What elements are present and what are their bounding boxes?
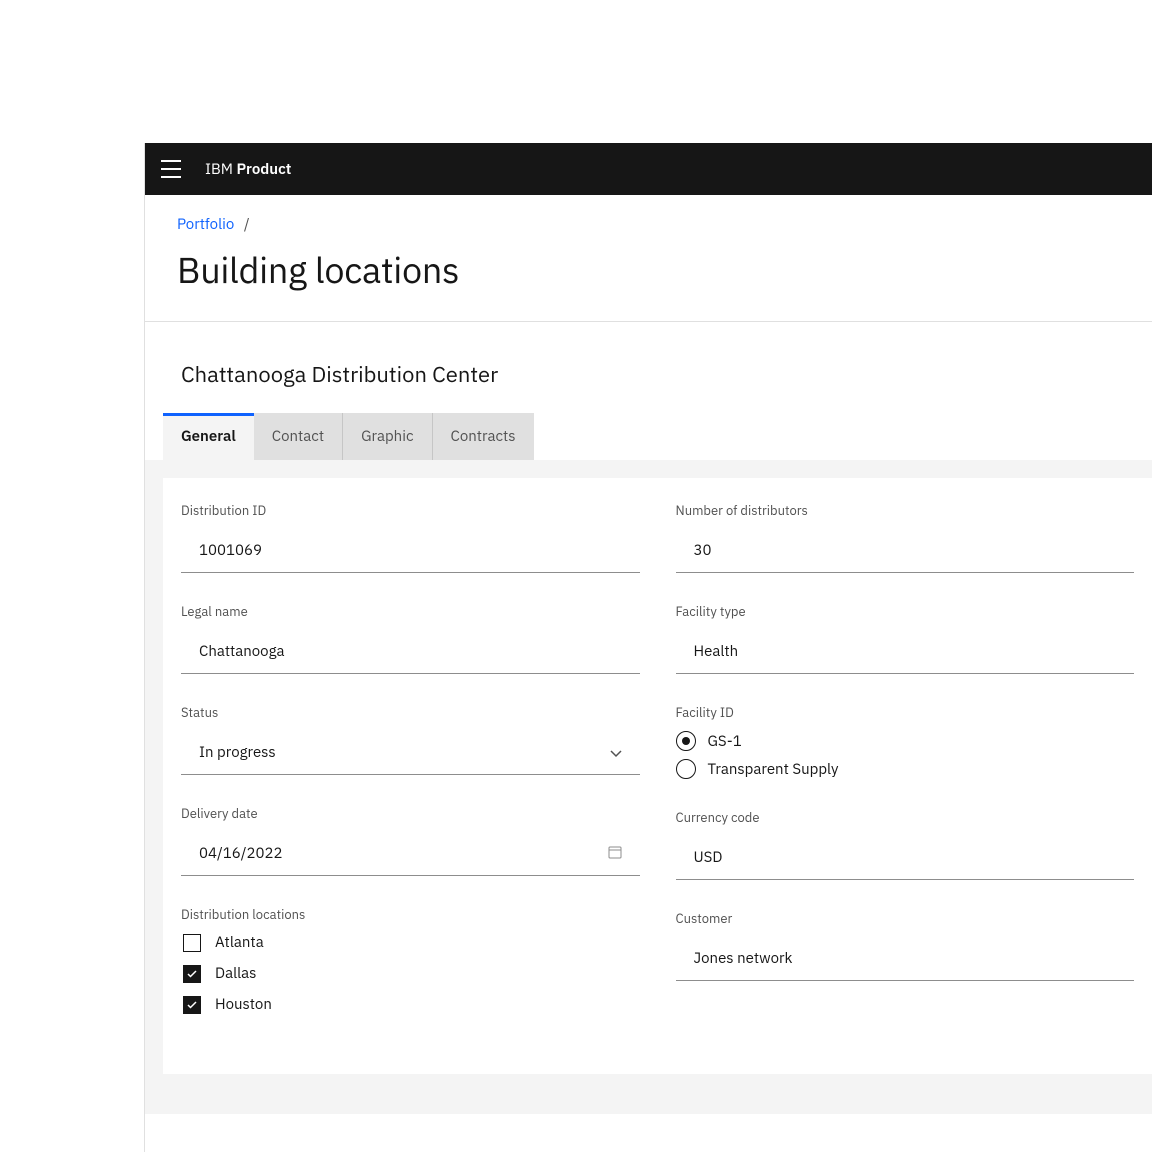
num-distributors-input[interactable] xyxy=(676,529,1135,573)
num-distributors-label: Number of distributors xyxy=(676,502,1135,519)
delivery-date-input[interactable] xyxy=(181,832,640,876)
customer-label: Customer xyxy=(676,910,1135,927)
page-title: Building locations xyxy=(177,246,1120,293)
checkbox-label: Dallas xyxy=(215,964,256,983)
tab-panel: Distribution ID Legal name Status xyxy=(145,460,1152,1114)
distribution-locations-group: Atlanta Dallas xyxy=(181,933,640,1014)
page-header: Portfolio / Building locations xyxy=(145,195,1152,322)
distribution-locations-label: Distribution locations xyxy=(181,906,640,923)
facility-type-label: Facility type xyxy=(676,603,1135,620)
facility-type-input[interactable] xyxy=(676,630,1135,674)
status-label: Status xyxy=(181,704,640,721)
field-facility-type: Facility type xyxy=(676,603,1135,674)
distribution-id-input[interactable] xyxy=(181,529,640,573)
field-delivery-date: Delivery date xyxy=(181,805,640,876)
menu-icon[interactable] xyxy=(161,160,181,178)
field-status: Status xyxy=(181,704,640,775)
breadcrumb: Portfolio / xyxy=(177,215,1120,234)
tab-graphic[interactable]: Graphic xyxy=(343,413,432,460)
field-facility-id: Facility ID GS-1 Transparent Supply xyxy=(676,704,1135,779)
facility-id-group: GS-1 Transparent Supply xyxy=(676,731,1135,779)
checkbox-houston[interactable]: Houston xyxy=(183,995,640,1014)
brand-prefix: IBM xyxy=(205,160,233,179)
brand: IBM Product xyxy=(205,160,291,179)
tabs: General Contact Graphic Contracts xyxy=(145,413,1152,460)
distribution-id-label: Distribution ID xyxy=(181,502,640,519)
radio-icon xyxy=(676,759,696,779)
form-col-right: Number of distributors Facility type Fac… xyxy=(676,502,1135,1044)
checkbox-label: Houston xyxy=(215,995,272,1014)
breadcrumb-link-portfolio[interactable]: Portfolio xyxy=(177,215,234,234)
legal-name-input[interactable] xyxy=(181,630,640,674)
checkbox-label: Atlanta xyxy=(215,933,264,952)
field-currency-code: Currency code xyxy=(676,809,1135,880)
content: Chattanooga Distribution Center General … xyxy=(145,322,1152,1114)
radio-icon xyxy=(676,731,696,751)
checkbox-icon xyxy=(183,996,201,1014)
field-legal-name: Legal name xyxy=(181,603,640,674)
status-select[interactable] xyxy=(181,731,640,775)
field-distribution-locations: Distribution locations Atlanta xyxy=(181,906,640,1014)
tab-contracts[interactable]: Contracts xyxy=(433,413,534,460)
tab-general[interactable]: General xyxy=(163,413,254,460)
form-area: Distribution ID Legal name Status xyxy=(163,478,1152,1074)
checkbox-dallas[interactable]: Dallas xyxy=(183,964,640,983)
section-title: Chattanooga Distribution Center xyxy=(145,322,1152,413)
radio-gs-1[interactable]: GS-1 xyxy=(676,731,1135,751)
brand-product: Product xyxy=(237,160,292,179)
tab-contact[interactable]: Contact xyxy=(254,413,343,460)
legal-name-label: Legal name xyxy=(181,603,640,620)
checkbox-icon xyxy=(183,965,201,983)
customer-input[interactable] xyxy=(676,937,1135,981)
checkbox-icon xyxy=(183,934,201,952)
app-shell: IBM Product Portfolio / Building locatio… xyxy=(144,143,1152,1152)
breadcrumb-separator: / xyxy=(244,215,250,234)
field-customer: Customer xyxy=(676,910,1135,981)
currency-code-input[interactable] xyxy=(676,836,1135,880)
facility-id-label: Facility ID xyxy=(676,704,1135,721)
radio-transparent-supply[interactable]: Transparent Supply xyxy=(676,759,1135,779)
delivery-date-label: Delivery date xyxy=(181,805,640,822)
radio-label: Transparent Supply xyxy=(708,760,839,779)
radio-label: GS-1 xyxy=(708,732,742,751)
form-columns: Distribution ID Legal name Status xyxy=(181,502,1134,1044)
currency-code-label: Currency code xyxy=(676,809,1135,826)
field-num-distributors: Number of distributors xyxy=(676,502,1135,573)
checkbox-atlanta[interactable]: Atlanta xyxy=(183,933,640,952)
form-col-left: Distribution ID Legal name Status xyxy=(181,502,640,1044)
global-header: IBM Product xyxy=(145,143,1152,195)
field-distribution-id: Distribution ID xyxy=(181,502,640,573)
